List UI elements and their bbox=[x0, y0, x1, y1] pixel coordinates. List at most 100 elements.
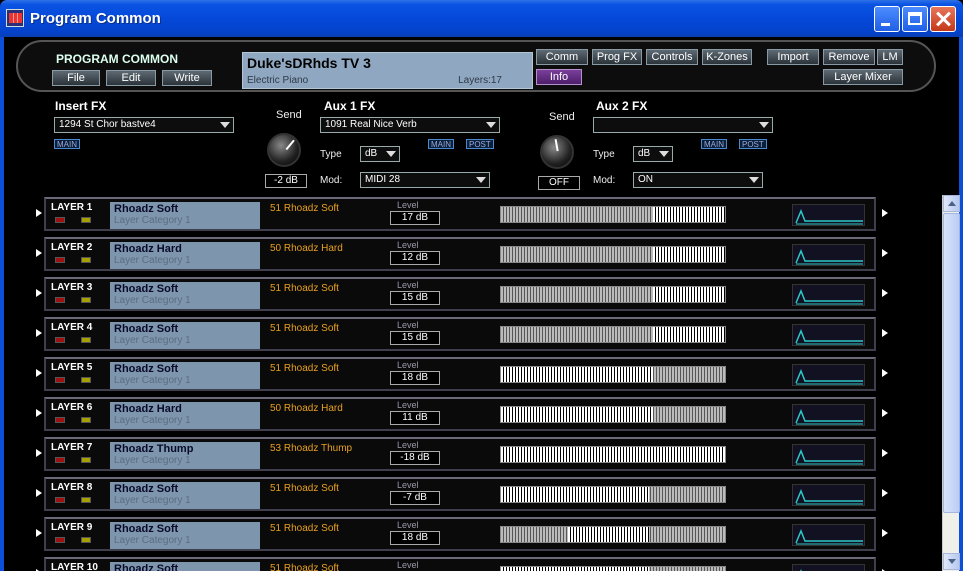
solo-button[interactable] bbox=[81, 257, 91, 263]
mute-button[interactable] bbox=[55, 417, 65, 423]
layer-row[interactable]: LAYER 4 Rhoadz Soft Layer Category 1 51 Rho… bbox=[36, 317, 888, 351]
level-value[interactable]: 12 dB bbox=[390, 251, 440, 265]
key-range-keyboard[interactable] bbox=[500, 206, 726, 223]
key-range-keyboard[interactable] bbox=[500, 526, 726, 543]
keymap-box[interactable]: Rhoadz SoftLayer Category 1 bbox=[110, 482, 260, 509]
envelope-display[interactable] bbox=[792, 324, 865, 346]
level-value[interactable]: 11 dB bbox=[390, 411, 440, 425]
tab-k-zones[interactable]: K-Zones bbox=[702, 49, 752, 65]
keymap-box[interactable]: Rhoadz SoftLayer Category 1 bbox=[110, 202, 260, 229]
aux1-mod-dropdown[interactable]: MIDI 28 bbox=[360, 172, 490, 188]
app-icon[interactable] bbox=[6, 9, 24, 27]
layer-row[interactable]: LAYER 5 Rhoadz Soft Layer Category 1 51 Rho… bbox=[36, 357, 888, 391]
level-value[interactable]: -7 dB bbox=[390, 491, 440, 505]
keymap-box[interactable]: Rhoadz Hard Layer Category 1 bbox=[110, 402, 260, 429]
expand-left-arrow-icon[interactable] bbox=[36, 449, 42, 457]
keymap-box[interactable]: Rhoadz SoftLayer Category 1 bbox=[110, 282, 260, 309]
mute-button[interactable] bbox=[55, 217, 65, 223]
expand-left-arrow-icon[interactable] bbox=[36, 329, 42, 337]
solo-button[interactable] bbox=[81, 457, 91, 463]
expand-right-arrow-icon[interactable] bbox=[882, 529, 888, 537]
edit-button[interactable]: Edit bbox=[106, 70, 156, 86]
expand-left-arrow-icon[interactable] bbox=[36, 529, 42, 537]
aux2-main-tag[interactable]: MAIN bbox=[701, 139, 727, 149]
keymap-box[interactable]: Rhoadz Thump Layer Category 1 bbox=[110, 442, 260, 469]
expand-left-arrow-icon[interactable] bbox=[36, 249, 42, 257]
key-range-keyboard[interactable] bbox=[500, 246, 726, 263]
solo-button[interactable] bbox=[81, 337, 91, 343]
lm-button[interactable]: LM bbox=[877, 49, 903, 65]
expand-left-arrow-icon[interactable] bbox=[36, 289, 42, 297]
program-name-display[interactable]: Duke'sDRhds TV 3 Electric Piano Layers:1… bbox=[242, 52, 533, 89]
envelope-display[interactable] bbox=[792, 564, 865, 571]
level-value[interactable]: 15 dB bbox=[390, 291, 440, 305]
aux1-main-tag[interactable]: MAIN bbox=[428, 139, 454, 149]
close-button[interactable] bbox=[930, 6, 956, 32]
aux2-fx-dropdown[interactable] bbox=[593, 117, 773, 133]
expand-right-arrow-icon[interactable] bbox=[882, 449, 888, 457]
solo-button[interactable] bbox=[81, 217, 91, 223]
expand-right-arrow-icon[interactable] bbox=[882, 329, 888, 337]
layer-row[interactable]: LAYER 3 Rhoadz Soft Layer Category 1 51 Rho… bbox=[36, 277, 888, 311]
tab-prog-fx[interactable]: Prog FX bbox=[592, 49, 642, 65]
tab-controls[interactable]: Controls bbox=[646, 49, 698, 65]
expand-right-arrow-icon[interactable] bbox=[882, 369, 888, 377]
layer-row[interactable]: LAYER 7 Rhoadz Thump Layer Category 1 53 Rh… bbox=[36, 437, 888, 471]
layer-row[interactable]: LAYER 2 Rhoadz Hard Layer Category 1 50 Rho… bbox=[36, 237, 888, 271]
keymap-box[interactable]: Rhoadz SoftLayer Category 1 bbox=[110, 522, 260, 549]
aux2-type-dropdown[interactable]: dB bbox=[633, 146, 673, 162]
aux1-post-tag[interactable]: POST bbox=[466, 139, 494, 149]
envelope-display[interactable] bbox=[792, 284, 865, 306]
mute-button[interactable] bbox=[55, 377, 65, 383]
insert-fx-dropdown[interactable]: 1294 St Chor bastve4 bbox=[54, 117, 234, 133]
level-value[interactable]: -18 dB bbox=[390, 451, 440, 465]
level-value[interactable]: 18 dB bbox=[390, 371, 440, 385]
title-bar[interactable]: Program Common bbox=[0, 0, 963, 37]
expand-left-arrow-icon[interactable] bbox=[36, 209, 42, 217]
layer-row[interactable]: LAYER 6 Rhoadz Hard Layer Category 1 50 Rho… bbox=[36, 397, 888, 431]
keymap-box[interactable]: Rhoadz Hard Layer Category 1 bbox=[110, 242, 260, 269]
expand-left-arrow-icon[interactable] bbox=[36, 369, 42, 377]
mute-button[interactable] bbox=[55, 337, 65, 343]
layer-row[interactable]: LAYER 1 Rhoadz Soft Layer Category 1 51 Rho… bbox=[36, 197, 888, 231]
layer-row[interactable]: LAYER 8 Rhoadz Soft Layer Category 1 51 Rho… bbox=[36, 477, 888, 511]
key-range-keyboard[interactable] bbox=[500, 286, 726, 303]
solo-button[interactable] bbox=[81, 537, 91, 543]
tab-comm[interactable]: Comm bbox=[536, 49, 588, 65]
expand-right-arrow-icon[interactable] bbox=[882, 289, 888, 297]
expand-right-arrow-icon[interactable] bbox=[882, 249, 888, 257]
envelope-display[interactable] bbox=[792, 484, 865, 506]
expand-right-arrow-icon[interactable] bbox=[882, 209, 888, 217]
vertical-scrollbar[interactable] bbox=[942, 195, 960, 571]
envelope-display[interactable] bbox=[792, 204, 865, 226]
scrollbar-thumb[interactable] bbox=[943, 213, 960, 513]
aux2-mod-dropdown[interactable]: ON bbox=[633, 172, 763, 188]
expand-right-arrow-icon[interactable] bbox=[882, 489, 888, 497]
keymap-box[interactable]: Rhoadz SoftLayer Category 1 bbox=[110, 362, 260, 389]
minimize-button[interactable] bbox=[874, 6, 900, 32]
solo-button[interactable] bbox=[81, 497, 91, 503]
expand-left-arrow-icon[interactable] bbox=[36, 409, 42, 417]
scroll-up-button[interactable] bbox=[943, 195, 960, 212]
write-button[interactable]: Write bbox=[162, 70, 212, 86]
envelope-display[interactable] bbox=[792, 244, 865, 266]
aux2-post-tag[interactable]: POST bbox=[739, 139, 767, 149]
key-range-keyboard[interactable] bbox=[500, 446, 726, 463]
key-range-keyboard[interactable] bbox=[500, 366, 726, 383]
layer-row[interactable]: LAYER 9 Rhoadz Soft Layer Category 1 51 Rho… bbox=[36, 517, 888, 551]
file-button[interactable]: File bbox=[52, 70, 100, 86]
level-value[interactable]: 18 dB bbox=[390, 531, 440, 545]
expand-left-arrow-icon[interactable] bbox=[36, 489, 42, 497]
aux2-send-knob[interactable] bbox=[540, 135, 574, 169]
envelope-display[interactable] bbox=[792, 524, 865, 546]
keymap-box[interactable]: Rhoadz SoftLayer Category 1 bbox=[110, 322, 260, 349]
keymap-box[interactable]: Rhoadz SoftLayer Category 1 bbox=[110, 562, 260, 571]
expand-right-arrow-icon[interactable] bbox=[882, 409, 888, 417]
mute-button[interactable] bbox=[55, 257, 65, 263]
remove-button[interactable]: Remove bbox=[823, 49, 875, 65]
aux1-fx-dropdown[interactable]: 1091 Real Nice Verb bbox=[320, 117, 500, 133]
tab-info[interactable]: Info bbox=[536, 69, 582, 85]
level-value[interactable]: 17 dB bbox=[390, 211, 440, 225]
maximize-button[interactable] bbox=[902, 6, 928, 32]
import-button[interactable]: Import bbox=[767, 49, 819, 65]
